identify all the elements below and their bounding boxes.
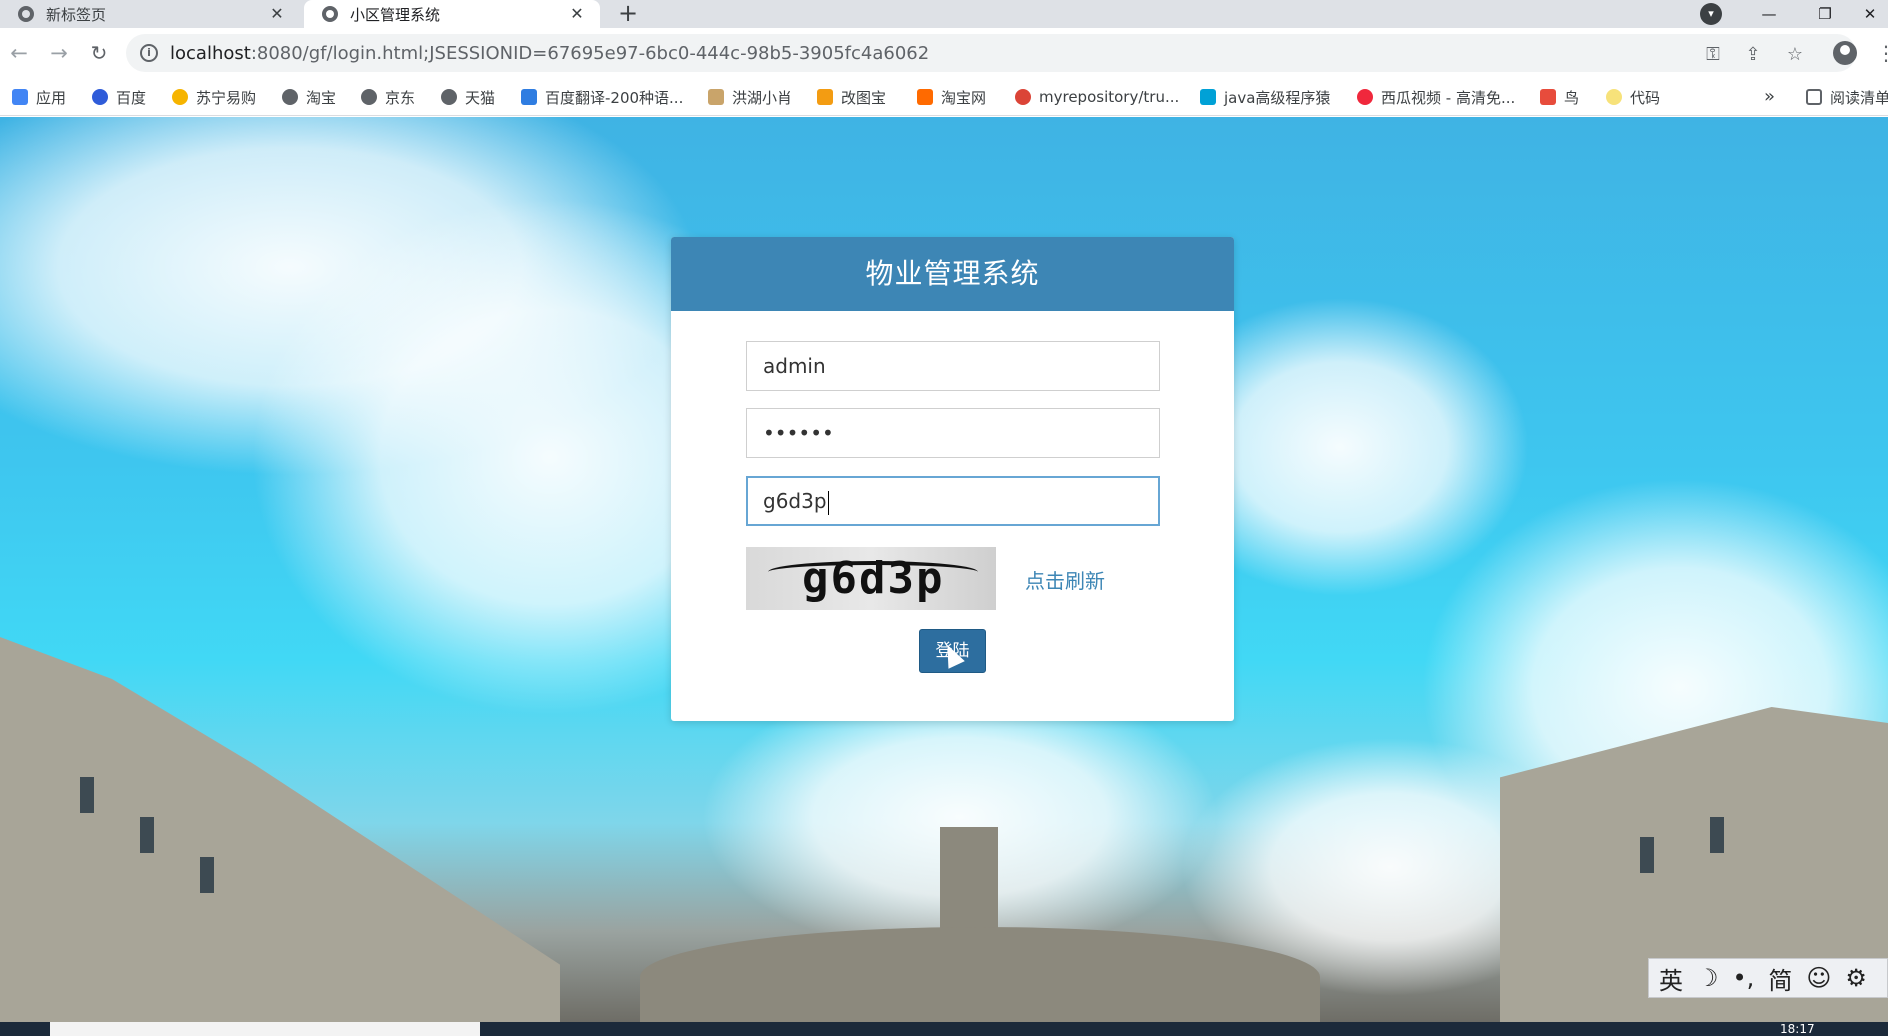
ime-toolbar: 英 ☽ •, 简 ☺ ⚙ — [1648, 958, 1888, 998]
login-card: 物业管理系统 admin •••••• g6d3p g6d3p 点击刷新 登陆 — [671, 237, 1234, 721]
star-icon[interactable]: ☆ — [1784, 44, 1806, 66]
bookmark-taobao[interactable]: 淘宝 — [282, 78, 336, 116]
ime-lang-toggle[interactable]: 英 — [1659, 961, 1683, 996]
window — [1640, 837, 1654, 873]
chrome-icon — [18, 6, 34, 22]
menu-icon[interactable]: ⋮ — [1876, 42, 1888, 64]
bilibili-icon — [1200, 89, 1216, 105]
bulb-icon — [1606, 89, 1622, 105]
bookmark-baidu[interactable]: 百度 — [92, 78, 146, 116]
xigua-icon — [1357, 89, 1373, 105]
baidu-paw-icon — [92, 89, 108, 105]
back-icon[interactable]: ← — [6, 40, 32, 66]
bookmark-tmall[interactable]: 天猫 — [441, 78, 495, 116]
bookmarks-overflow-icon[interactable]: » — [1764, 86, 1775, 107]
bookmark-code[interactable]: 代码 — [1606, 78, 1660, 116]
folder-icon — [817, 89, 833, 105]
reload-icon[interactable]: ↻ — [86, 40, 112, 66]
bookmark-suning[interactable]: 苏宁易购 — [172, 78, 256, 116]
login-title: 物业管理系统 — [671, 237, 1234, 311]
restore-icon[interactable]: ❐ — [1802, 0, 1848, 28]
login-page-background: 物业管理系统 admin •••••• g6d3p g6d3p 点击刷新 登陆 — [0, 117, 1888, 1022]
emoji-icon[interactable]: ☺ — [1806, 964, 1831, 992]
share-icon[interactable]: ⇪ — [1742, 44, 1764, 66]
captcha-input-value: g6d3p — [763, 489, 827, 513]
tab-title: 小区管理系统 — [350, 5, 441, 24]
globe-icon — [441, 89, 457, 105]
site-info-icon[interactable]: i — [140, 44, 158, 62]
password-input[interactable]: •••••• — [746, 408, 1160, 458]
bookmark-gaitubao[interactable]: 改图宝 — [817, 78, 886, 116]
address-bar[interactable]: i localhost:8080/gf/login.html;JSESSIONI… — [126, 34, 1856, 72]
globe-icon — [282, 89, 298, 105]
profile-avatar[interactable] — [1833, 41, 1857, 65]
bookmark-jd[interactable]: 京东 — [361, 78, 415, 116]
close-window-icon[interactable]: ✕ — [1852, 0, 1888, 28]
chrome-icon — [1015, 89, 1031, 105]
bookmark-xigua[interactable]: 西瓜视频 - 高清免... — [1357, 78, 1515, 116]
suning-icon — [172, 89, 188, 105]
moon-icon[interactable]: ☽ — [1697, 964, 1719, 992]
window — [1710, 817, 1724, 853]
window — [80, 777, 94, 813]
punctuation-icon[interactable]: •, — [1733, 964, 1755, 992]
bookmark-myrepository[interactable]: myrepository/tru... — [1015, 78, 1179, 116]
bookmark-baidu-translate[interactable]: 百度翻译-200种语... — [521, 78, 683, 116]
settings-icon[interactable]: ⚙ — [1845, 964, 1867, 992]
center-building — [640, 927, 1320, 1022]
refresh-captcha-link[interactable]: 点击刷新 — [1025, 565, 1105, 594]
bookmark-taobao-net[interactable]: 淘宝网 — [917, 78, 986, 116]
tab-title: 新标签页 — [46, 5, 107, 24]
bird-icon — [1540, 89, 1556, 105]
window — [200, 857, 214, 893]
taskbar-search[interactable] — [50, 1022, 480, 1036]
key-icon[interactable]: ⚿ — [1702, 44, 1724, 66]
close-icon[interactable]: ✕ — [268, 5, 286, 23]
bird-icon — [708, 89, 724, 105]
tab-strip: 新标签页 ✕ 小区管理系统 ✕ + ▾ — ❐ ✕ — [0, 0, 1888, 28]
captcha-image[interactable]: g6d3p — [746, 547, 996, 610]
tab-community-system[interactable]: 小区管理系统 ✕ — [304, 0, 600, 28]
browser-toolbar: ← → ↻ i localhost:8080/gf/login.html;JSE… — [0, 28, 1888, 78]
close-icon[interactable]: ✕ — [568, 5, 586, 23]
taskbar-clock: 18:17 — [1780, 1022, 1815, 1036]
tab-new-tab[interactable]: 新标签页 ✕ — [0, 0, 300, 28]
bookmark-apps[interactable]: 应用 — [12, 78, 66, 116]
globe-icon — [361, 89, 377, 105]
translate-icon — [521, 89, 537, 105]
apps-grid-icon — [12, 89, 28, 105]
window — [140, 817, 154, 853]
taobao-icon — [917, 89, 933, 105]
ime-script-toggle[interactable]: 简 — [1768, 961, 1792, 996]
reading-list-icon — [1806, 89, 1822, 105]
globe-icon — [322, 6, 338, 22]
bookmark-java[interactable]: java高级程序猿 — [1200, 78, 1330, 116]
bookmarks-bar: 应用 百度 苏宁易购 淘宝 京东 天猫 百度翻译-200种语... 洪湖小肖 改… — [0, 78, 1888, 116]
captcha-input[interactable]: g6d3p — [746, 476, 1160, 526]
text-caret — [827, 490, 829, 515]
tab-search-icon[interactable]: ▾ — [1700, 3, 1722, 25]
captcha-image-text: g6d3p — [802, 553, 945, 604]
bookmark-bird[interactable]: 鸟 — [1540, 78, 1579, 116]
new-tab-button[interactable]: + — [614, 0, 642, 28]
reading-list[interactable]: 阅读清单 — [1806, 78, 1888, 116]
forward-icon[interactable]: → — [46, 40, 72, 66]
minimize-icon[interactable]: — — [1746, 0, 1792, 28]
username-input[interactable]: admin — [746, 341, 1160, 391]
url-text[interactable]: localhost:8080/gf/login.html;JSESSIONID=… — [170, 43, 929, 64]
bookmark-honghu[interactable]: 洪湖小肖 — [708, 78, 792, 116]
